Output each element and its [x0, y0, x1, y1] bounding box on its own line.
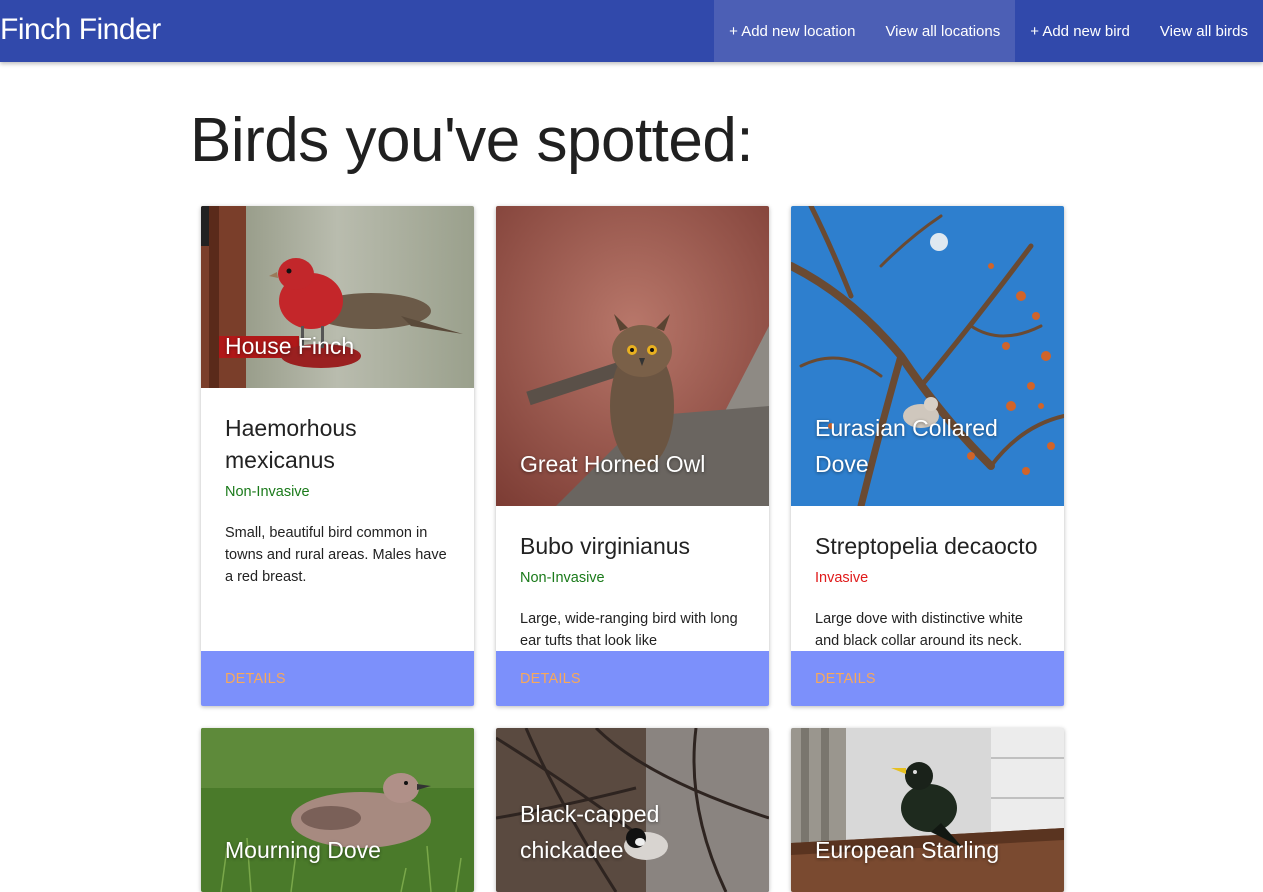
brand-logo[interactable]: Finch Finder [0, 12, 161, 48]
details-link[interactable]: Details [815, 671, 876, 687]
bird-photo: Mourning Dove [201, 728, 474, 892]
invasive-status: Invasive [815, 570, 869, 586]
bird-photo: Great Horned Owl [496, 206, 769, 506]
card-content: Streptopelia decaocto Invasive Large dov… [791, 506, 1064, 651]
details-link[interactable]: Details [225, 671, 286, 687]
nav-view-birds[interactable]: View all birds [1145, 0, 1263, 62]
bird-photo: European Starling [791, 728, 1064, 892]
card-content: Haemorhous mexicanus Non-Invasive Small,… [201, 388, 474, 651]
nav-view-locations[interactable]: View all locations [870, 0, 1016, 62]
bird-card-european-starling: European Starling [791, 728, 1064, 892]
bird-description: Large, wide-ranging bird with long ear t… [520, 611, 738, 649]
page-title: Birds you've spotted: [190, 106, 754, 175]
bird-scientific-name: Streptopelia decaocto [815, 533, 1038, 559]
invasive-status: Non-Invasive [520, 570, 605, 586]
card-content: Bubo virginianus Non-Invasive Large, wid… [496, 506, 769, 651]
bird-common-name: Black-capped chickadee [520, 801, 660, 863]
nav-add-location[interactable]: + Add new location [714, 0, 871, 62]
invasive-status: Non-Invasive [225, 484, 310, 500]
nav-links: + Add new location View all locations + … [714, 0, 1263, 62]
bird-common-name: Eurasian Collared Dove [815, 415, 998, 477]
details-link[interactable]: Details [520, 671, 581, 687]
bird-description: Large dove with distinctive white and bl… [815, 611, 1023, 649]
bird-photo: House Finch [201, 206, 474, 388]
bird-card-great-horned-owl: Great Horned Owl Bubo virginianus Non-In… [496, 206, 769, 706]
bird-scientific-name: Haemorhous mexicanus [225, 415, 357, 473]
bird-photo: Black-capped chickadee [496, 728, 769, 892]
bird-common-name: Great Horned Owl [520, 451, 706, 477]
bird-card-black-capped-chickadee: Black-capped chickadee [496, 728, 769, 892]
bird-card-eurasian-collared-dove: Eurasian Collared Dove Streptopelia deca… [791, 206, 1064, 706]
bird-common-name: Mourning Dove [225, 837, 381, 863]
bird-card-house-finch: House Finch Haemorhous mexicanus Non-Inv… [201, 206, 474, 706]
bird-scientific-name: Bubo virginianus [520, 533, 691, 559]
card-action: Details [791, 651, 1064, 706]
bird-card-mourning-dove: Mourning Dove [201, 728, 474, 892]
bird-common-name: House Finch [225, 333, 355, 359]
bird-description: Small, beautiful bird common in towns an… [225, 525, 447, 585]
bird-common-name: European Starling [815, 837, 1000, 863]
navbar: Finch Finder + Add new location View all… [0, 0, 1263, 62]
bird-photo: Eurasian Collared Dove [791, 206, 1064, 506]
card-action: Details [496, 651, 769, 706]
nav-add-bird[interactable]: + Add new bird [1015, 0, 1145, 62]
card-action: Details [201, 651, 474, 706]
